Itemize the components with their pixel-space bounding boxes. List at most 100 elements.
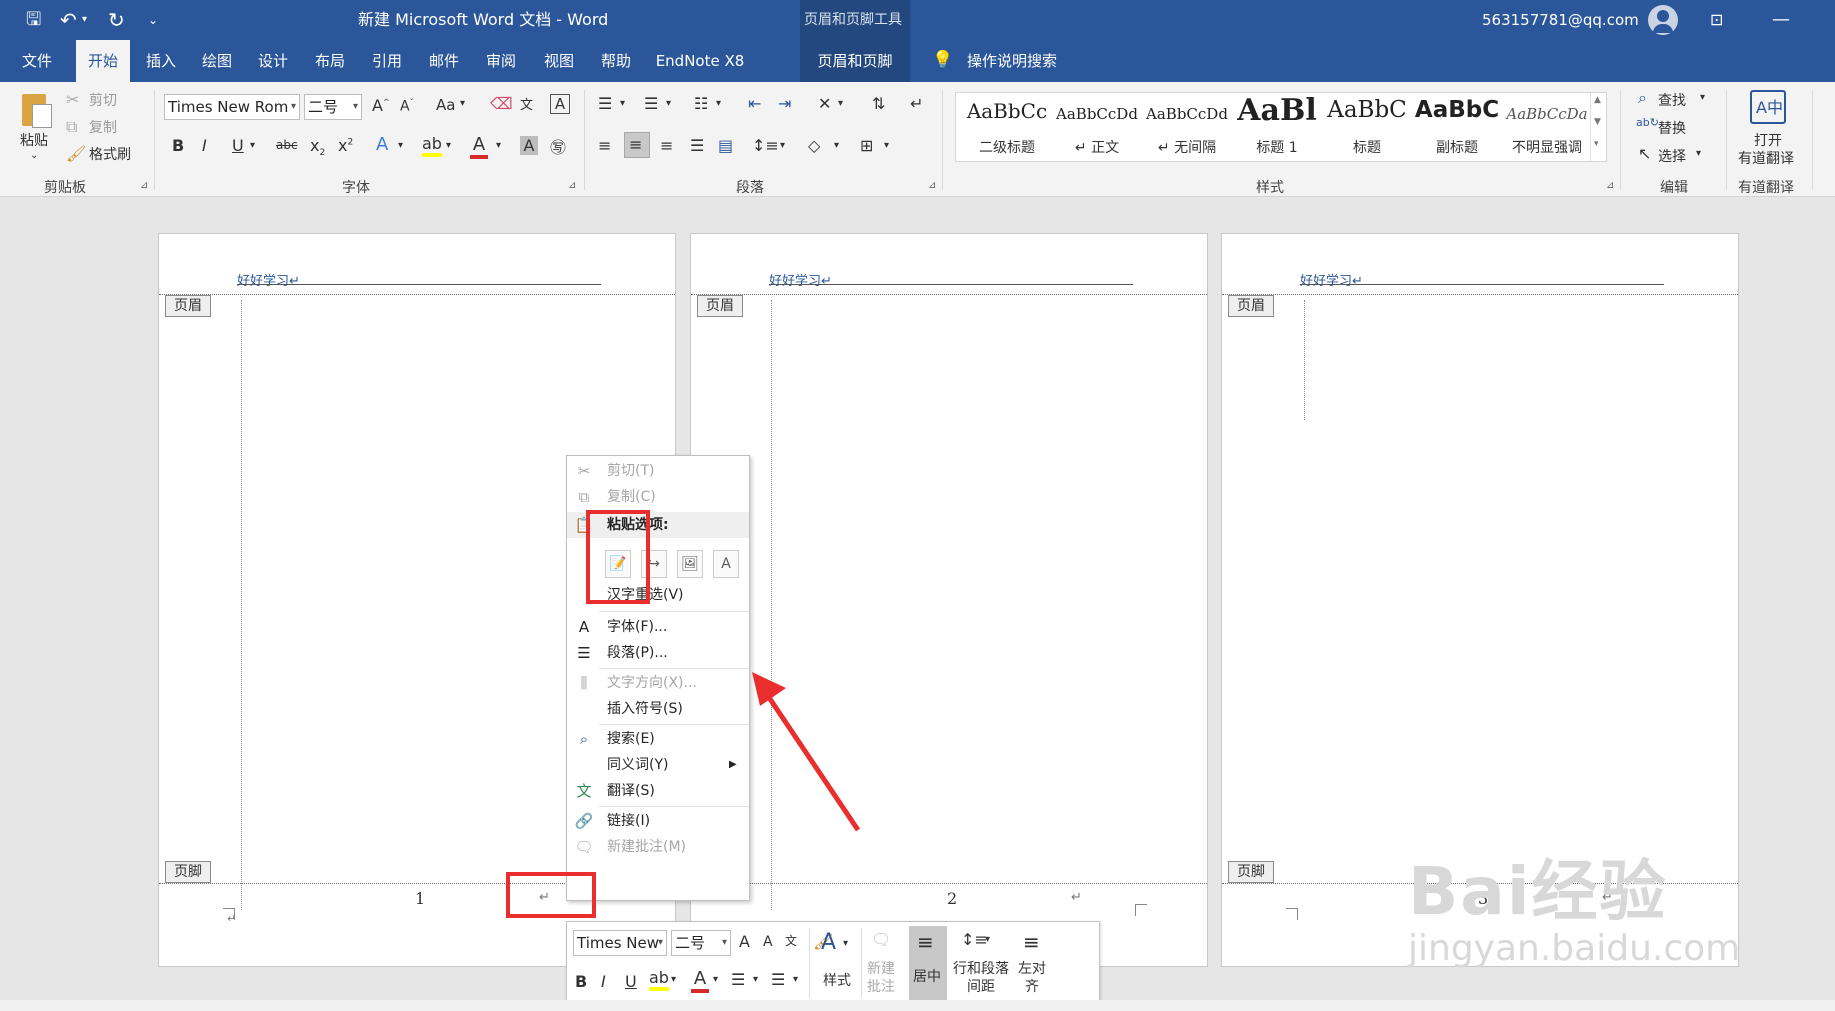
- cut-button[interactable]: 剪切: [89, 90, 117, 110]
- copy-button[interactable]: 复制: [89, 117, 117, 137]
- chinese-layout-icon[interactable]: ✕: [818, 94, 831, 113]
- copy-icon[interactable]: ⧉: [66, 117, 77, 137]
- find-icon[interactable]: ⌕: [1638, 88, 1647, 108]
- text-effects-icon[interactable]: A: [376, 134, 388, 155]
- subscript-icon[interactable]: x2: [310, 136, 325, 158]
- mini-styles-button[interactable]: 样式: [823, 970, 851, 990]
- align-right-icon[interactable]: ≡: [660, 136, 673, 155]
- save-icon[interactable]: 🖫: [26, 0, 41, 40]
- styles-launcher-icon[interactable]: ⊿: [1606, 180, 1614, 191]
- italic-icon[interactable]: I: [202, 136, 207, 155]
- mini-italic-icon[interactable]: I: [601, 972, 606, 991]
- paste-button[interactable]: 粘贴: [20, 130, 48, 150]
- mini-styles-icon[interactable]: A: [821, 930, 836, 955]
- paste-dropdown-icon[interactable]: ⌄: [30, 150, 38, 161]
- mini-comment-icon[interactable]: 🗨: [871, 930, 891, 949]
- paste-picture-icon[interactable]: 🖼: [677, 550, 703, 578]
- tab-layout[interactable]: 布局: [307, 40, 353, 82]
- change-case-button[interactable]: Aa: [436, 96, 455, 114]
- tab-mailings[interactable]: 邮件: [421, 40, 467, 82]
- mini-line-spacing-dropdown-icon[interactable]: ▾: [985, 934, 990, 945]
- shrink-font-icon[interactable]: Aˇ: [400, 98, 414, 115]
- ribbon-display-icon[interactable]: ⊡: [1710, 0, 1723, 40]
- increase-indent-icon[interactable]: ⇥: [778, 94, 791, 113]
- tab-home[interactable]: 开始: [76, 40, 130, 82]
- font-name-box[interactable]: Times New Rom ▾: [164, 94, 300, 120]
- menu-copy[interactable]: ⧉ 复制(C): [567, 484, 749, 510]
- phonetic-guide-icon[interactable]: 文: [520, 94, 533, 113]
- menu-insert-symbol[interactable]: 插入符号(S): [567, 696, 749, 722]
- bullets-dropdown-icon[interactable]: ▾: [620, 98, 625, 109]
- page-number[interactable]: 2: [947, 889, 957, 908]
- sort-icon[interactable]: ⇅: [872, 94, 885, 113]
- style-subtle-emphasis[interactable]: AaBbCcDa 不明显强调: [1502, 93, 1592, 161]
- mini-center-button[interactable]: ≡ 居中: [909, 926, 947, 1000]
- change-case-dropdown-icon[interactable]: ▾: [460, 98, 465, 109]
- style-subtitle[interactable]: AaBbC 副标题: [1412, 93, 1502, 161]
- styles-scroll[interactable]: ▲ ▼ ▾: [1590, 93, 1606, 161]
- avatar[interactable]: [1648, 5, 1678, 35]
- paste-text-only-icon[interactable]: A: [713, 550, 739, 578]
- mini-size-box[interactable]: 二号 ▾: [671, 930, 731, 956]
- select-dropdown-icon[interactable]: ▾: [1696, 148, 1701, 159]
- mini-highlight-dropdown-icon[interactable]: ▾: [671, 974, 676, 985]
- tab-endnote[interactable]: EndNote X8: [652, 40, 748, 82]
- menu-search[interactable]: ⌕ 搜索(E): [567, 726, 749, 752]
- tab-help[interactable]: 帮助: [593, 40, 639, 82]
- undo-dropdown-icon[interactable]: ▾: [82, 0, 87, 40]
- character-shading-icon[interactable]: A: [520, 136, 538, 155]
- select-button[interactable]: 选择: [1658, 146, 1686, 166]
- customize-qat-icon[interactable]: ⌄: [148, 0, 158, 40]
- borders-dropdown-icon[interactable]: ▾: [884, 140, 889, 151]
- tab-references[interactable]: 引用: [364, 40, 410, 82]
- find-dropdown-icon[interactable]: ▾: [1700, 92, 1705, 103]
- clipboard-launcher-icon[interactable]: ⊿: [140, 180, 148, 191]
- shading-icon[interactable]: ◇: [808, 136, 820, 155]
- style-title[interactable]: AaBbC 标题: [1322, 93, 1412, 161]
- bullets-icon[interactable]: ☰: [598, 94, 612, 113]
- youdao-open-label[interactable]: 打开: [1754, 130, 1782, 150]
- tab-draw[interactable]: 绘图: [194, 40, 240, 82]
- chinese-layout-dropdown-icon[interactable]: ▾: [838, 98, 843, 109]
- tab-insert[interactable]: 插入: [138, 40, 184, 82]
- cut-icon[interactable]: ✂: [66, 90, 79, 109]
- tab-review[interactable]: 审阅: [478, 40, 524, 82]
- bold-icon[interactable]: B: [172, 136, 184, 155]
- numbering-icon[interactable]: ☰: [644, 94, 658, 113]
- undo-icon[interactable]: ↶: [60, 0, 77, 40]
- page-number[interactable]: 1: [415, 889, 425, 908]
- format-painter-button[interactable]: 格式刷: [89, 144, 131, 164]
- multilevel-dropdown-icon[interactable]: ▾: [716, 98, 721, 109]
- font-launcher-icon[interactable]: ⊿: [568, 180, 576, 191]
- format-painter-icon[interactable]: 🖌: [66, 144, 86, 163]
- style-normal[interactable]: AaBbCcDd ↵ 正文: [1052, 93, 1142, 161]
- font-color-icon[interactable]: A: [470, 134, 488, 159]
- superscript-icon[interactable]: x2: [338, 136, 353, 155]
- replace-icon[interactable]: ab↻: [1636, 116, 1659, 129]
- multilevel-list-icon[interactable]: ☷: [694, 94, 708, 113]
- line-spacing-icon[interactable]: ↕≡: [752, 136, 779, 155]
- character-border-icon[interactable]: A: [550, 94, 570, 114]
- clear-format-icon[interactable]: ⌫: [490, 94, 513, 113]
- tab-design[interactable]: 设计: [250, 40, 296, 82]
- menu-link[interactable]: 🔗 链接(I): [567, 808, 749, 834]
- youdao-translate-icon[interactable]: A中: [1750, 90, 1786, 124]
- style-heading1[interactable]: AaBl 标题 1: [1232, 93, 1322, 161]
- mini-font-color-dropdown-icon[interactable]: ▾: [713, 974, 718, 985]
- grow-font-icon[interactable]: A^: [372, 96, 390, 115]
- justify-icon[interactable]: ☰: [690, 136, 704, 155]
- paste-icon[interactable]: [18, 90, 54, 134]
- font-color-dropdown-icon[interactable]: ▾: [496, 140, 501, 151]
- mini-grow-font-icon[interactable]: A: [739, 932, 750, 951]
- menu-paragraph[interactable]: ☰ 段落(P)...: [567, 640, 749, 666]
- mini-bullets-icon[interactable]: ☰: [731, 970, 745, 989]
- underline-icon[interactable]: U: [232, 136, 244, 155]
- redo-icon[interactable]: ↻: [108, 0, 125, 40]
- menu-font[interactable]: A 字体(F)...: [567, 614, 749, 640]
- enclose-characters-icon[interactable]: ㊢: [550, 134, 566, 158]
- text-effects-dropdown-icon[interactable]: ▾: [398, 140, 403, 151]
- minimize-icon[interactable]: —: [1772, 0, 1790, 40]
- header-text[interactable]: 好好学习↵: [769, 270, 832, 289]
- line-spacing-dropdown-icon[interactable]: ▾: [780, 140, 785, 151]
- mini-numbering-dropdown-icon[interactable]: ▾: [793, 974, 798, 985]
